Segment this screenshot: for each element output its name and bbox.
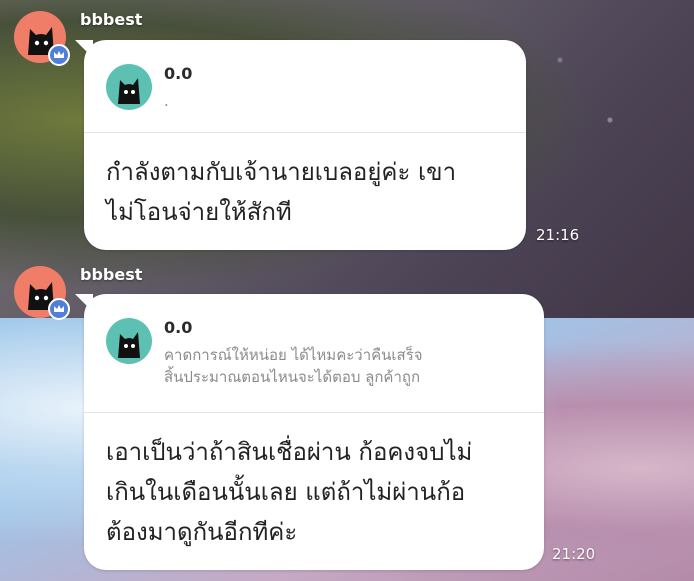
message-line: เกินในเดือนนั้นเลย แต่ถ้าไม่ผ่านก้อ	[106, 478, 466, 506]
message-time: 21:16	[536, 226, 580, 244]
black-cat-icon	[118, 332, 140, 358]
sender-name: bbbest	[80, 265, 143, 284]
reply-preview[interactable]: 0.0 .	[84, 40, 526, 133]
message-time: 21:20	[552, 545, 596, 563]
reply-name: 0.0	[164, 318, 193, 337]
reply-text: .	[164, 92, 169, 110]
message-text: กำลังตามกับเจ้านายเบลอยู่ค่ะ เขา ไม่โอนจ…	[106, 152, 504, 232]
reply-text: คาดการณ์ให้หน่อย ได้ไหมคะว่าคืนเสร็จ สิ้…	[164, 344, 524, 388]
message-bubble[interactable]: 0.0 คาดการณ์ให้หน่อย ได้ไหมคะว่าคืนเสร็จ…	[84, 294, 544, 570]
message-line: เอาเป็นว่าถ้าสินเชื่อผ่าน ก้อคงจบไม่	[106, 438, 473, 466]
reply-line: สิ้นประมาณตอนไหนจะได้ตอบ ลูกค้าถูก	[164, 368, 421, 386]
message-line: ไม่โอนจ่ายให้สักที	[106, 198, 292, 226]
reply-avatar	[106, 64, 152, 110]
message-line: ต้องมาดูกันอีกทีค่ะ	[106, 518, 298, 546]
message-text: เอาเป็นว่าถ้าสินเชื่อผ่าน ก้อคงจบไม่ เกิ…	[106, 432, 522, 552]
crown-icon	[48, 44, 70, 66]
reply-preview[interactable]: 0.0 คาดการณ์ให้หน่อย ได้ไหมคะว่าคืนเสร็จ…	[84, 294, 544, 413]
black-cat-icon	[118, 78, 140, 104]
reply-line: คาดการณ์ให้หน่อย ได้ไหมคะว่าคืนเสร็จ	[164, 346, 423, 364]
message-bubble[interactable]: 0.0 . กำลังตามกับเจ้านายเบลอยู่ค่ะ เขา ไ…	[84, 40, 526, 250]
reply-name: 0.0	[164, 64, 193, 83]
sender-name: bbbest	[80, 10, 143, 29]
crown-icon	[48, 298, 70, 320]
reply-avatar	[106, 318, 152, 364]
message-line: กำลังตามกับเจ้านายเบลอยู่ค่ะ เขา	[106, 158, 457, 186]
